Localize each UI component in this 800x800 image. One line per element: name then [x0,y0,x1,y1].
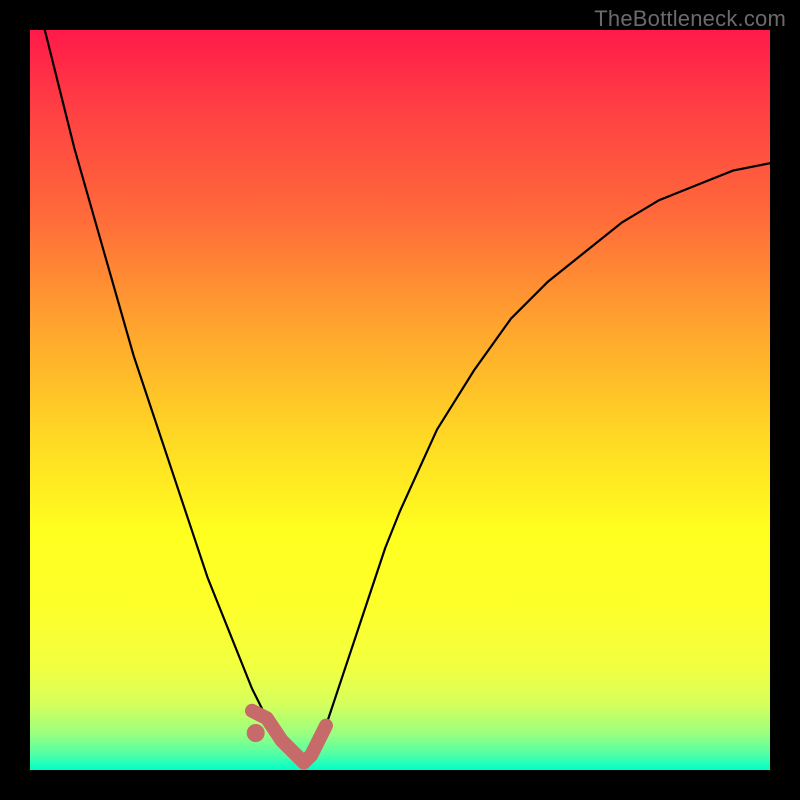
watermark-text: TheBottleneck.com [594,6,786,32]
chart-area [30,30,770,770]
bottleneck-curve [30,30,770,763]
valley-dot [247,724,265,742]
plot-svg [30,30,770,770]
